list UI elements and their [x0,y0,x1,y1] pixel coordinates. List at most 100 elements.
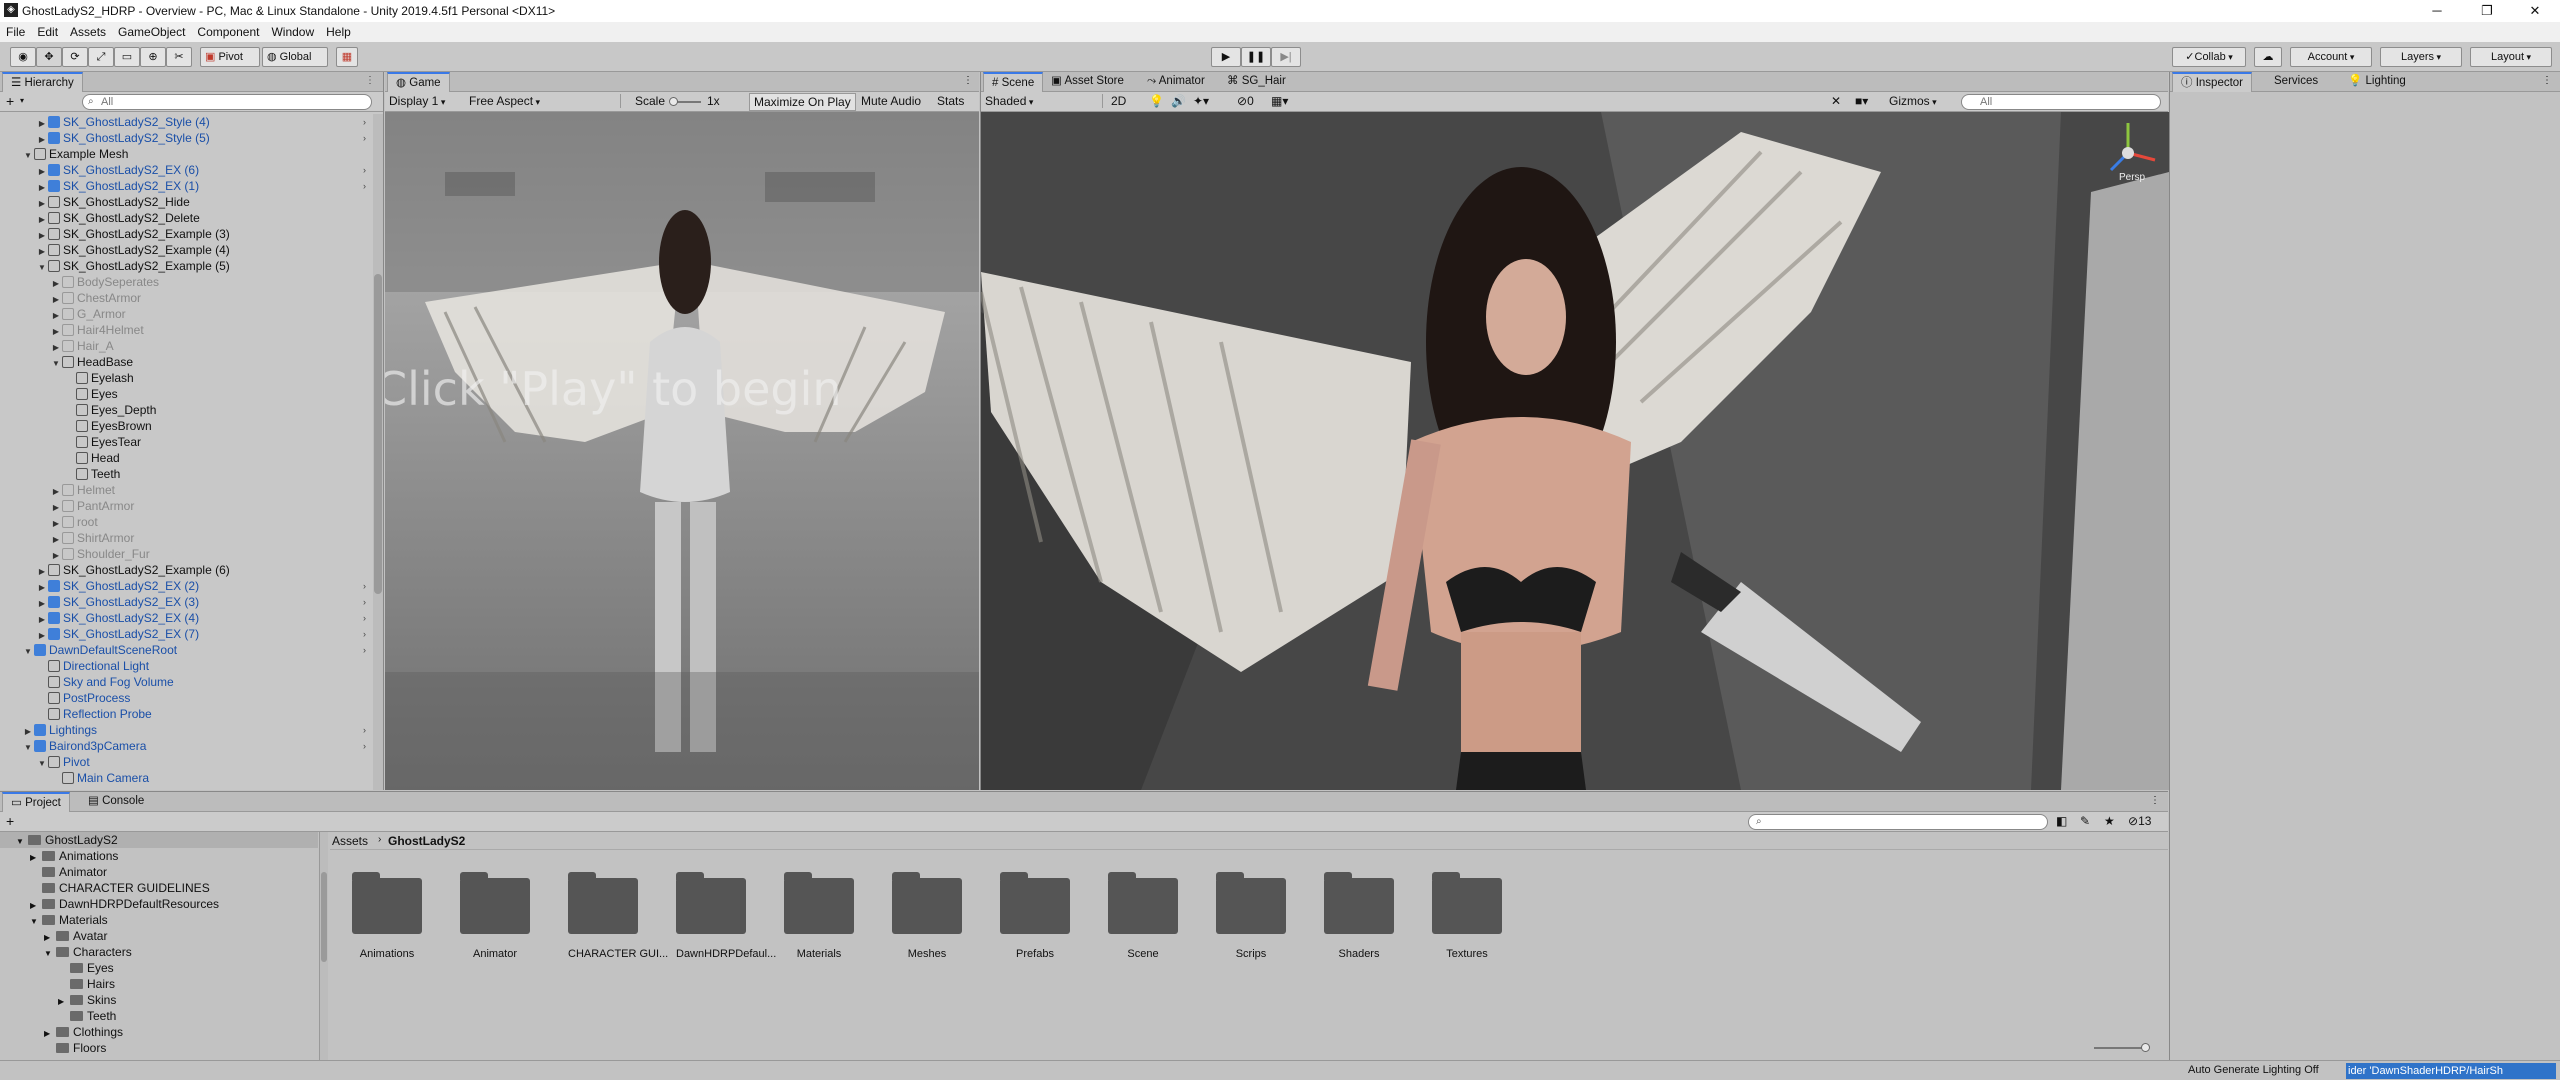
hierarchy-row[interactable]: ▶ PantArmor [0,498,374,514]
mute-audio-toggle[interactable]: Mute Audio [861,94,921,108]
pivot-toggle[interactable]: ▣ Pivot [200,47,260,67]
hierarchy-row[interactable]: ▶ SK_GhostLadyS2_EX (2) › [0,578,374,594]
aspect-dropdown[interactable]: Free Aspect [469,94,621,108]
project-create-button[interactable]: + [6,813,14,829]
project-tree-item[interactable]: ▶ Clothings [44,1024,123,1040]
hierarchy-row[interactable]: ▶ SK_GhostLadyS2_Hide [0,194,374,210]
scene-search-input[interactable]: All [1961,94,2161,110]
hierarchy-row[interactable]: ▶ ChestArmor [0,290,374,306]
tab-asset-store[interactable]: ▣ Asset Store [1043,72,1132,92]
asset-folder[interactable]: CHARACTER GUI... [568,872,668,960]
view-tool-eye-icon[interactable]: ◉ [10,47,36,67]
custom-tool-icon[interactable]: ✂ [166,47,192,67]
asset-folder[interactable]: Scrips [1216,872,1286,960]
project-tree-item[interactable]: Teeth [58,1008,116,1024]
expanded-arrow-icon[interactable]: ▼ [30,914,42,930]
asset-folder[interactable]: DawnHDRPDefaul... [676,872,776,960]
move-tool-icon[interactable]: ✥ [36,47,62,67]
hierarchy-row[interactable]: ▼ Pivot [0,754,374,770]
hierarchy-row[interactable]: ▶ ShirtArmor [0,530,374,546]
hierarchy-row[interactable]: ▶ root [0,514,374,530]
audio-toggle-icon[interactable]: 🔊 [1171,94,1186,108]
hierarchy-scrollbar[interactable] [373,114,383,790]
open-prefab-arrow-icon[interactable]: › [363,642,366,658]
minimize-button[interactable]: ─ [2414,0,2460,22]
project-tree-item[interactable]: Animator [30,864,107,880]
tab-scene[interactable]: # Scene [983,72,1044,92]
rect-tool-icon[interactable]: ▭ [114,47,140,67]
hierarchy-row[interactable]: Head [0,450,374,466]
asset-folder[interactable]: Meshes [892,872,962,960]
menu-gameobject[interactable]: GameObject [112,22,191,42]
create-dropdown-icon[interactable]: ▾ [20,96,24,105]
game-viewport[interactable]: Click "Play" to begin [385,112,979,790]
hierarchy-row[interactable]: ▼ SK_GhostLadyS2_Example (5) [0,258,374,274]
inspector-menu-icon[interactable]: ⋮ [2542,75,2552,86]
hierarchy-row[interactable]: ▼ Bairond3pCamera › [0,738,374,754]
hierarchy-row[interactable]: Main Camera [0,770,374,786]
account-dropdown[interactable]: Account [2290,47,2372,67]
hierarchy-row[interactable]: Sky and Fog Volume [0,674,374,690]
tab-inspector[interactable]: ⓘ Inspector [2172,72,2253,92]
project-tree-item[interactable]: Hairs [58,976,115,992]
project-tree-item[interactable]: ▶ Skins [58,992,116,1008]
expanded-arrow-icon[interactable]: ▼ [44,946,56,962]
layout-dropdown[interactable]: Layout [2470,47,2552,67]
pause-button[interactable]: ❚❚ [1241,47,1271,67]
open-prefab-arrow-icon[interactable]: › [363,178,366,194]
expanded-arrow-icon[interactable]: ▼ [16,834,28,850]
project-tree-item[interactable]: ▼ Characters [44,944,132,960]
hierarchy-row[interactable]: ▼ Example Mesh [0,146,374,162]
hierarchy-row[interactable]: ▶ Helmet [0,482,374,498]
hierarchy-row[interactable]: ▶ SK_GhostLadyS2_EX (4) › [0,610,374,626]
project-tree-item[interactable]: ▶ DawnHDRPDefaultResources [30,896,219,912]
filter-type-icon[interactable]: ◧ [2056,814,2067,828]
open-prefab-arrow-icon[interactable]: › [363,130,366,146]
tab-console[interactable]: ▤ Console [80,792,152,812]
hierarchy-row[interactable]: Eyes_Depth [0,402,374,418]
tab-hierarchy[interactable]: ☰ Hierarchy [2,72,83,92]
scene-orientation-gizmo[interactable]: Persp [2093,118,2163,188]
lighting-toggle-icon[interactable]: 💡 [1149,94,1164,108]
hierarchy-row[interactable]: ▼ DawnDefaultSceneRoot › [0,642,374,658]
scale-slider[interactable] [669,97,701,106]
global-toggle[interactable]: ◍ Global [262,47,328,67]
cloud-icon[interactable]: ☁ [2254,47,2282,67]
menu-edit[interactable]: Edit [31,22,64,42]
hierarchy-row[interactable]: ▶ G_Armor [0,306,374,322]
menu-help[interactable]: Help [320,22,357,42]
breadcrumb-ghostladys2[interactable]: GhostLadyS2 [388,834,465,848]
open-prefab-arrow-icon[interactable]: › [363,594,366,610]
hierarchy-row[interactable]: Eyes [0,386,374,402]
hierarchy-row[interactable]: PostProcess [0,690,374,706]
display-dropdown[interactable]: Display 1 [389,94,465,108]
hierarchy-row[interactable]: ▶ BodySeperates [0,274,374,290]
hierarchy-row[interactable]: Eyelash [0,370,374,386]
hierarchy-row[interactable]: ▶ Hair_A [0,338,374,354]
asset-folder[interactable]: Shaders [1324,872,1394,960]
tab-lighting[interactable]: 💡 Lighting [2340,72,2414,92]
open-prefab-arrow-icon[interactable]: › [363,738,366,754]
game-panel-menu-icon[interactable]: ⋮ [963,75,973,86]
hierarchy-search-input[interactable]: All [82,94,372,110]
hierarchy-row[interactable]: ▶ SK_GhostLadyS2_Example (6) [0,562,374,578]
transform-tool-icon[interactable]: ⊕ [140,47,166,67]
hierarchy-row[interactable]: ▶ Shoulder_Fur [0,546,374,562]
menu-window[interactable]: Window [265,22,320,42]
project-tree-item[interactable]: Eyes [58,960,114,976]
breadcrumb-assets[interactable]: Assets [332,834,368,848]
tab-animator[interactable]: ⤳ Animator [1139,72,1213,92]
play-button[interactable]: ▶ [1211,47,1241,67]
project-tree-item[interactable]: Floors [44,1040,106,1056]
hierarchy-row[interactable]: ▶ SK_GhostLadyS2_Example (4) [0,242,374,258]
hierarchy-row[interactable]: ▶ SK_GhostLadyS2_Style (4) › [0,114,374,130]
project-tree-item[interactable]: ▶ Avatar [44,928,107,944]
hierarchy-row[interactable]: Reflection Probe [0,706,374,722]
open-prefab-arrow-icon[interactable]: › [363,626,366,642]
hierarchy-row[interactable]: EyesBrown [0,418,374,434]
hidden-objects-count[interactable]: ⊘0 [1237,94,1254,108]
menu-file[interactable]: File [0,22,31,42]
hierarchy-row[interactable]: ▶ Lightings › [0,722,374,738]
menu-component[interactable]: Component [191,22,265,42]
open-prefab-arrow-icon[interactable]: › [363,722,366,738]
